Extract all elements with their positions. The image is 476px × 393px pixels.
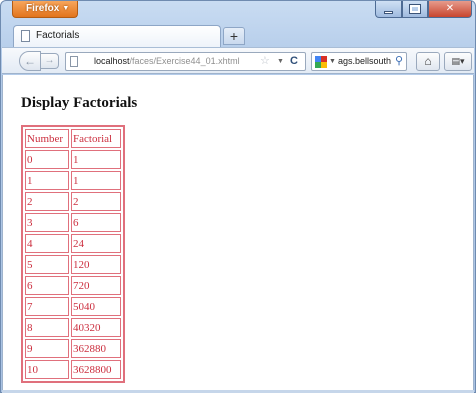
number-cell: 6: [25, 276, 69, 295]
page-content: Display Factorials Number Factorial 01 1…: [2, 75, 474, 391]
back-button[interactable]: ←: [19, 51, 41, 71]
table-row: 22: [25, 192, 121, 211]
table-row: 5 120: [25, 255, 121, 274]
engine-dropdown-icon[interactable]: ▼: [329, 53, 336, 70]
factorial-cell: 6: [71, 213, 121, 232]
number-cell: 7: [25, 297, 69, 316]
factorial-cell: 720: [71, 276, 121, 295]
magnifier-icon[interactable]: ⚲: [395, 53, 403, 70]
browser-tab[interactable]: Factorials: [13, 25, 221, 47]
tab-title: Factorials: [36, 30, 80, 41]
search-engine-icon[interactable]: [315, 56, 327, 68]
table-row: 6 720: [25, 276, 121, 295]
search-input[interactable]: ags.bellsouth: [338, 53, 391, 70]
minimize-button[interactable]: [375, 1, 402, 18]
minimize-icon: [384, 11, 393, 14]
firefox-menu-button[interactable]: Firefox ▼: [12, 1, 78, 18]
table-row: 8 40320: [25, 318, 121, 337]
factorial-cell: 1: [71, 150, 121, 169]
table-row: 10 3628800: [25, 360, 121, 379]
number-cell: 3: [25, 213, 69, 232]
factorial-cell: 1: [71, 171, 121, 190]
header-number: Number: [25, 129, 69, 148]
maximize-button[interactable]: [402, 1, 428, 18]
table-row: 36: [25, 213, 121, 232]
factorial-cell: 362880: [71, 339, 121, 358]
back-arrow-icon: ←: [24, 54, 36, 68]
reload-icon[interactable]: C: [290, 53, 298, 70]
plus-icon: +: [229, 28, 239, 44]
table-row: 01: [25, 150, 121, 169]
number-cell: 0: [25, 150, 69, 169]
firefox-menu-label: Firefox: [26, 3, 60, 14]
factorial-cell: 24: [71, 234, 121, 253]
url-text: localhost/faces/Exercise44_01.xhtml: [94, 53, 240, 70]
forward-arrow-icon: →: [44, 55, 55, 66]
number-cell: 5: [25, 255, 69, 274]
close-icon: ✕: [445, 3, 455, 14]
factorial-cell: 3628800: [71, 360, 121, 379]
maximize-icon: [409, 4, 421, 14]
factorial-cell: 40320: [71, 318, 121, 337]
menu-icon: ▤▾: [451, 56, 465, 66]
home-button[interactable]: ⌂: [416, 52, 440, 71]
number-cell: 1: [25, 171, 69, 190]
factorial-cell: 5040: [71, 297, 121, 316]
bookmarks-menu-button[interactable]: ▤▾: [444, 52, 472, 71]
table-header-row: Number Factorial: [25, 129, 121, 148]
table-row: 7 5040: [25, 297, 121, 316]
history-dropdown-icon[interactable]: ▼: [277, 53, 284, 70]
close-window-button[interactable]: ✕: [428, 1, 472, 18]
forward-button[interactable]: →: [41, 53, 59, 69]
factorial-cell: 120: [71, 255, 121, 274]
browser-window: Firefox ▼ ✕ Factorials + ← → localhost/fa…: [0, 0, 476, 393]
number-cell: 10: [25, 360, 69, 379]
table-row: 11: [25, 171, 121, 190]
number-cell: 8: [25, 318, 69, 337]
navigation-toolbar: ← → localhost/faces/Exercise44_01.xhtml …: [2, 47, 474, 74]
number-cell: 2: [25, 192, 69, 211]
number-cell: 4: [25, 234, 69, 253]
table-row: 4 24: [25, 234, 121, 253]
address-bar[interactable]: localhost/faces/Exercise44_01.xhtml ☆ ▼ …: [65, 52, 306, 71]
new-tab-button[interactable]: +: [223, 27, 245, 45]
site-page-icon: [70, 56, 78, 67]
factorial-cell: 2: [71, 192, 121, 211]
factorials-table: Number Factorial 01 11 22 36 4 24 5 120 67…: [21, 125, 125, 383]
table-row: 9 362880: [25, 339, 121, 358]
page-title: Display Factorials: [21, 95, 138, 111]
search-bar[interactable]: ▼ ags.bellsouth ⚲: [311, 52, 407, 71]
chevron-down-icon: ▼: [62, 5, 70, 12]
home-icon: ⌂: [424, 54, 432, 68]
page-icon: [21, 30, 30, 42]
bookmark-star-icon[interactable]: ☆: [260, 53, 270, 70]
number-cell: 9: [25, 339, 69, 358]
url-host: localhost: [94, 56, 130, 66]
url-path: /faces/Exercise44_01.xhtml: [129, 56, 240, 66]
header-factorial: Factorial: [71, 129, 121, 148]
